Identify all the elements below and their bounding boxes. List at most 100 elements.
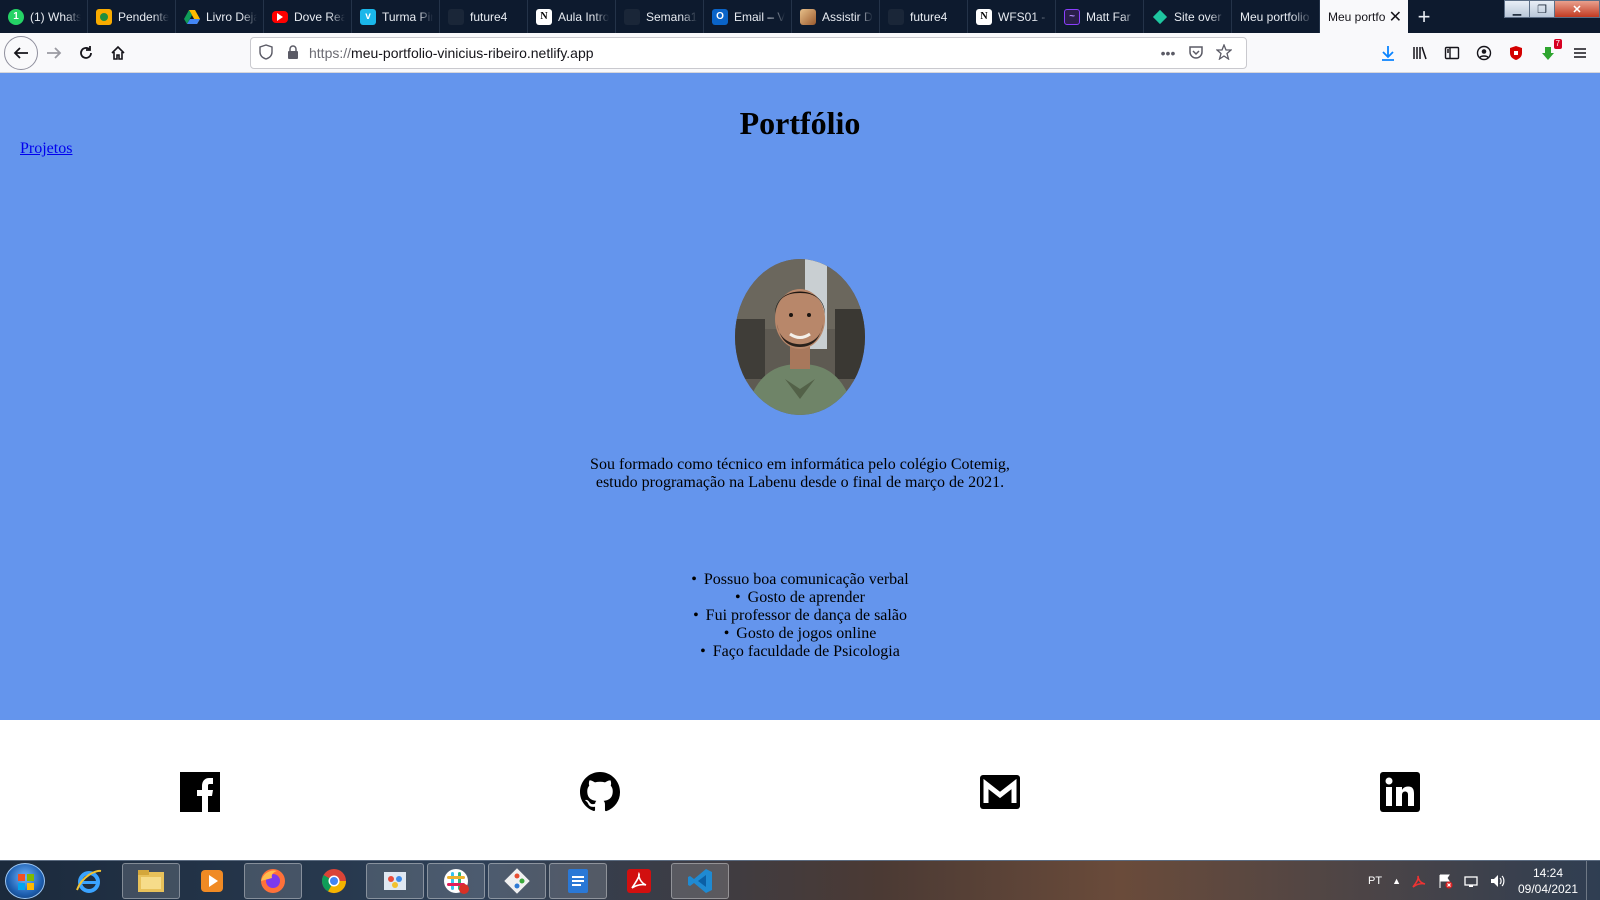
media-player-icon — [201, 870, 223, 892]
tab-livro[interactable]: Livro Dejavu — [176, 0, 264, 33]
volume-icon[interactable] — [1489, 873, 1505, 889]
sidebar-icon — [1444, 46, 1460, 60]
close-tab-icon[interactable]: ✕ — [1389, 7, 1402, 27]
bio-text: Sou formado como técnico em informática … — [0, 456, 1600, 492]
taskbar-firefox[interactable] — [244, 863, 302, 899]
lock-icon[interactable] — [287, 44, 307, 62]
skills-list: Possuo boa comunicação verbal Gosto de a… — [0, 571, 1600, 661]
taskbar-file-explorer[interactable] — [122, 863, 180, 899]
whatsapp-icon: 1 — [8, 8, 24, 25]
taskbar-media-player[interactable] — [183, 863, 241, 899]
taskbar-chrome[interactable] — [305, 863, 363, 899]
tab-future4-1[interactable]: future4 — [440, 0, 528, 33]
tab-meu-portfolio-active[interactable]: Meu portfolio ✕ — [1320, 0, 1408, 33]
list-item: Possuo boa comunicação verbal — [0, 571, 1600, 589]
tab-matt[interactable]: ~ Matt Far — [1056, 0, 1144, 33]
tracking-shield-icon[interactable] — [259, 43, 279, 63]
taskbar-git[interactable] — [488, 863, 546, 899]
navigation-toolbar: https://meu-portfolio-vinicius-ribeiro.n… — [0, 33, 1600, 73]
tab-meu-portfolio-1[interactable]: Meu portfolio — [1232, 0, 1320, 33]
library-button[interactable] — [1404, 37, 1436, 69]
taskbar-internet-explorer[interactable] — [60, 863, 118, 899]
language-indicator[interactable]: PT — [1368, 875, 1382, 887]
list-item: Fui professor de dança de salão — [0, 607, 1600, 625]
download-extension-button[interactable]: 7 — [1532, 37, 1564, 69]
tab-whatsapp[interactable]: 1 (1) WhatsApp — [0, 0, 88, 33]
tab-wfs01[interactable]: N WFS01 - — [968, 0, 1056, 33]
tab-assistir[interactable]: Assistir D — [792, 0, 880, 33]
back-button[interactable] — [4, 35, 38, 70]
profile-photo — [735, 259, 865, 415]
bookmark-star-icon[interactable] — [1210, 42, 1238, 63]
list-item: Faço faculdade de Psicologia — [0, 643, 1600, 661]
home-icon — [111, 45, 125, 60]
account-button[interactable] — [1468, 37, 1500, 69]
firefox-icon — [261, 869, 285, 893]
tab-dove[interactable]: Dove Real — [264, 0, 352, 33]
home-button[interactable] — [102, 37, 134, 69]
toolbar-right: 7 — [1372, 33, 1600, 73]
downloads-button[interactable] — [1372, 37, 1404, 69]
pocket-icon[interactable] — [1182, 44, 1210, 63]
tab-email[interactable]: O Email – V — [704, 0, 792, 33]
tab-strip: 1 (1) WhatsApp Pendentes Livro Dejavu Do… — [0, 0, 1600, 33]
github-icon — [580, 772, 620, 812]
tab-future4-2[interactable]: future4 — [880, 0, 968, 33]
acrobat-tray-icon[interactable] — [1411, 873, 1427, 889]
file-explorer-icon — [138, 870, 164, 892]
taskbar-paint[interactable] — [366, 863, 424, 899]
start-button[interactable] — [5, 863, 45, 899]
docs-icon — [568, 869, 588, 893]
url-text[interactable]: https://meu-portfolio-vinicius-ribeiro.n… — [309, 45, 1154, 61]
system-clock[interactable]: 14:24 09/04/2021 — [1510, 865, 1586, 897]
git-icon — [504, 868, 530, 894]
acrobat-icon — [627, 869, 651, 893]
address-bar[interactable]: https://meu-portfolio-vinicius-ribeiro.n… — [250, 37, 1247, 69]
ublock-extension-button[interactable] — [1500, 37, 1532, 69]
new-tab-button[interactable]: + — [1408, 0, 1440, 33]
tab-turma[interactable]: v Turma Pinheiro — [352, 0, 440, 33]
taskbar-docs[interactable] — [549, 863, 607, 899]
tab-semana[interactable]: Semana1 — [616, 0, 704, 33]
github-link[interactable] — [578, 770, 622, 814]
extension-badge: 7 — [1553, 39, 1562, 49]
show-hidden-icons-button[interactable]: ▲ — [1392, 876, 1401, 886]
hamburger-menu-icon — [1574, 48, 1586, 58]
internet-explorer-icon — [76, 869, 102, 893]
taskbar-vscode[interactable] — [671, 863, 729, 899]
linkedin-icon — [1380, 772, 1420, 812]
action-center-flag-icon[interactable] — [1437, 873, 1453, 889]
tab-aula[interactable]: N Aula Intro — [528, 0, 616, 33]
show-desktop-button[interactable] — [1586, 861, 1600, 900]
page-actions-icon[interactable]: ••• — [1154, 45, 1182, 61]
outlook-icon: O — [712, 8, 728, 25]
sidebar-button[interactable] — [1436, 37, 1468, 69]
gmail-link[interactable] — [978, 770, 1022, 814]
windows-logo-icon — [18, 874, 34, 890]
taskbar-acrobat[interactable] — [610, 863, 668, 899]
linkedin-link[interactable] — [1378, 770, 1422, 814]
clock-date: 09/04/2021 — [1517, 882, 1579, 896]
download-arrow-icon — [1382, 46, 1394, 61]
google-drive-icon — [184, 9, 200, 25]
facebook-icon — [180, 772, 220, 812]
restore-button[interactable]: ❐ — [1529, 0, 1555, 18]
forward-button[interactable] — [38, 37, 70, 69]
hero-section: Portfólio Projetos Sou formado como técn… — [0, 73, 1600, 720]
reload-icon — [80, 45, 92, 59]
minimize-button[interactable]: ▁ — [1504, 0, 1530, 18]
network-icon[interactable] — [1463, 873, 1479, 889]
reload-button[interactable] — [70, 37, 102, 69]
menu-button[interactable] — [1564, 37, 1596, 69]
window-controls: ▁ ❐ ✕ — [1504, 0, 1600, 20]
library-icon — [1413, 46, 1427, 60]
bio-line: Sou formado como técnico em informática … — [590, 456, 1010, 473]
facebook-link[interactable] — [178, 770, 222, 814]
chart-app-icon: ~ — [1064, 8, 1080, 25]
tab-pendentes[interactable]: Pendentes — [88, 0, 176, 33]
tab-site[interactable]: Site over — [1144, 0, 1232, 33]
future4-icon — [888, 8, 904, 25]
taskbar-slack[interactable] — [427, 863, 485, 899]
projetos-link[interactable]: Projetos — [20, 140, 72, 158]
close-window-button[interactable]: ✕ — [1554, 0, 1600, 18]
